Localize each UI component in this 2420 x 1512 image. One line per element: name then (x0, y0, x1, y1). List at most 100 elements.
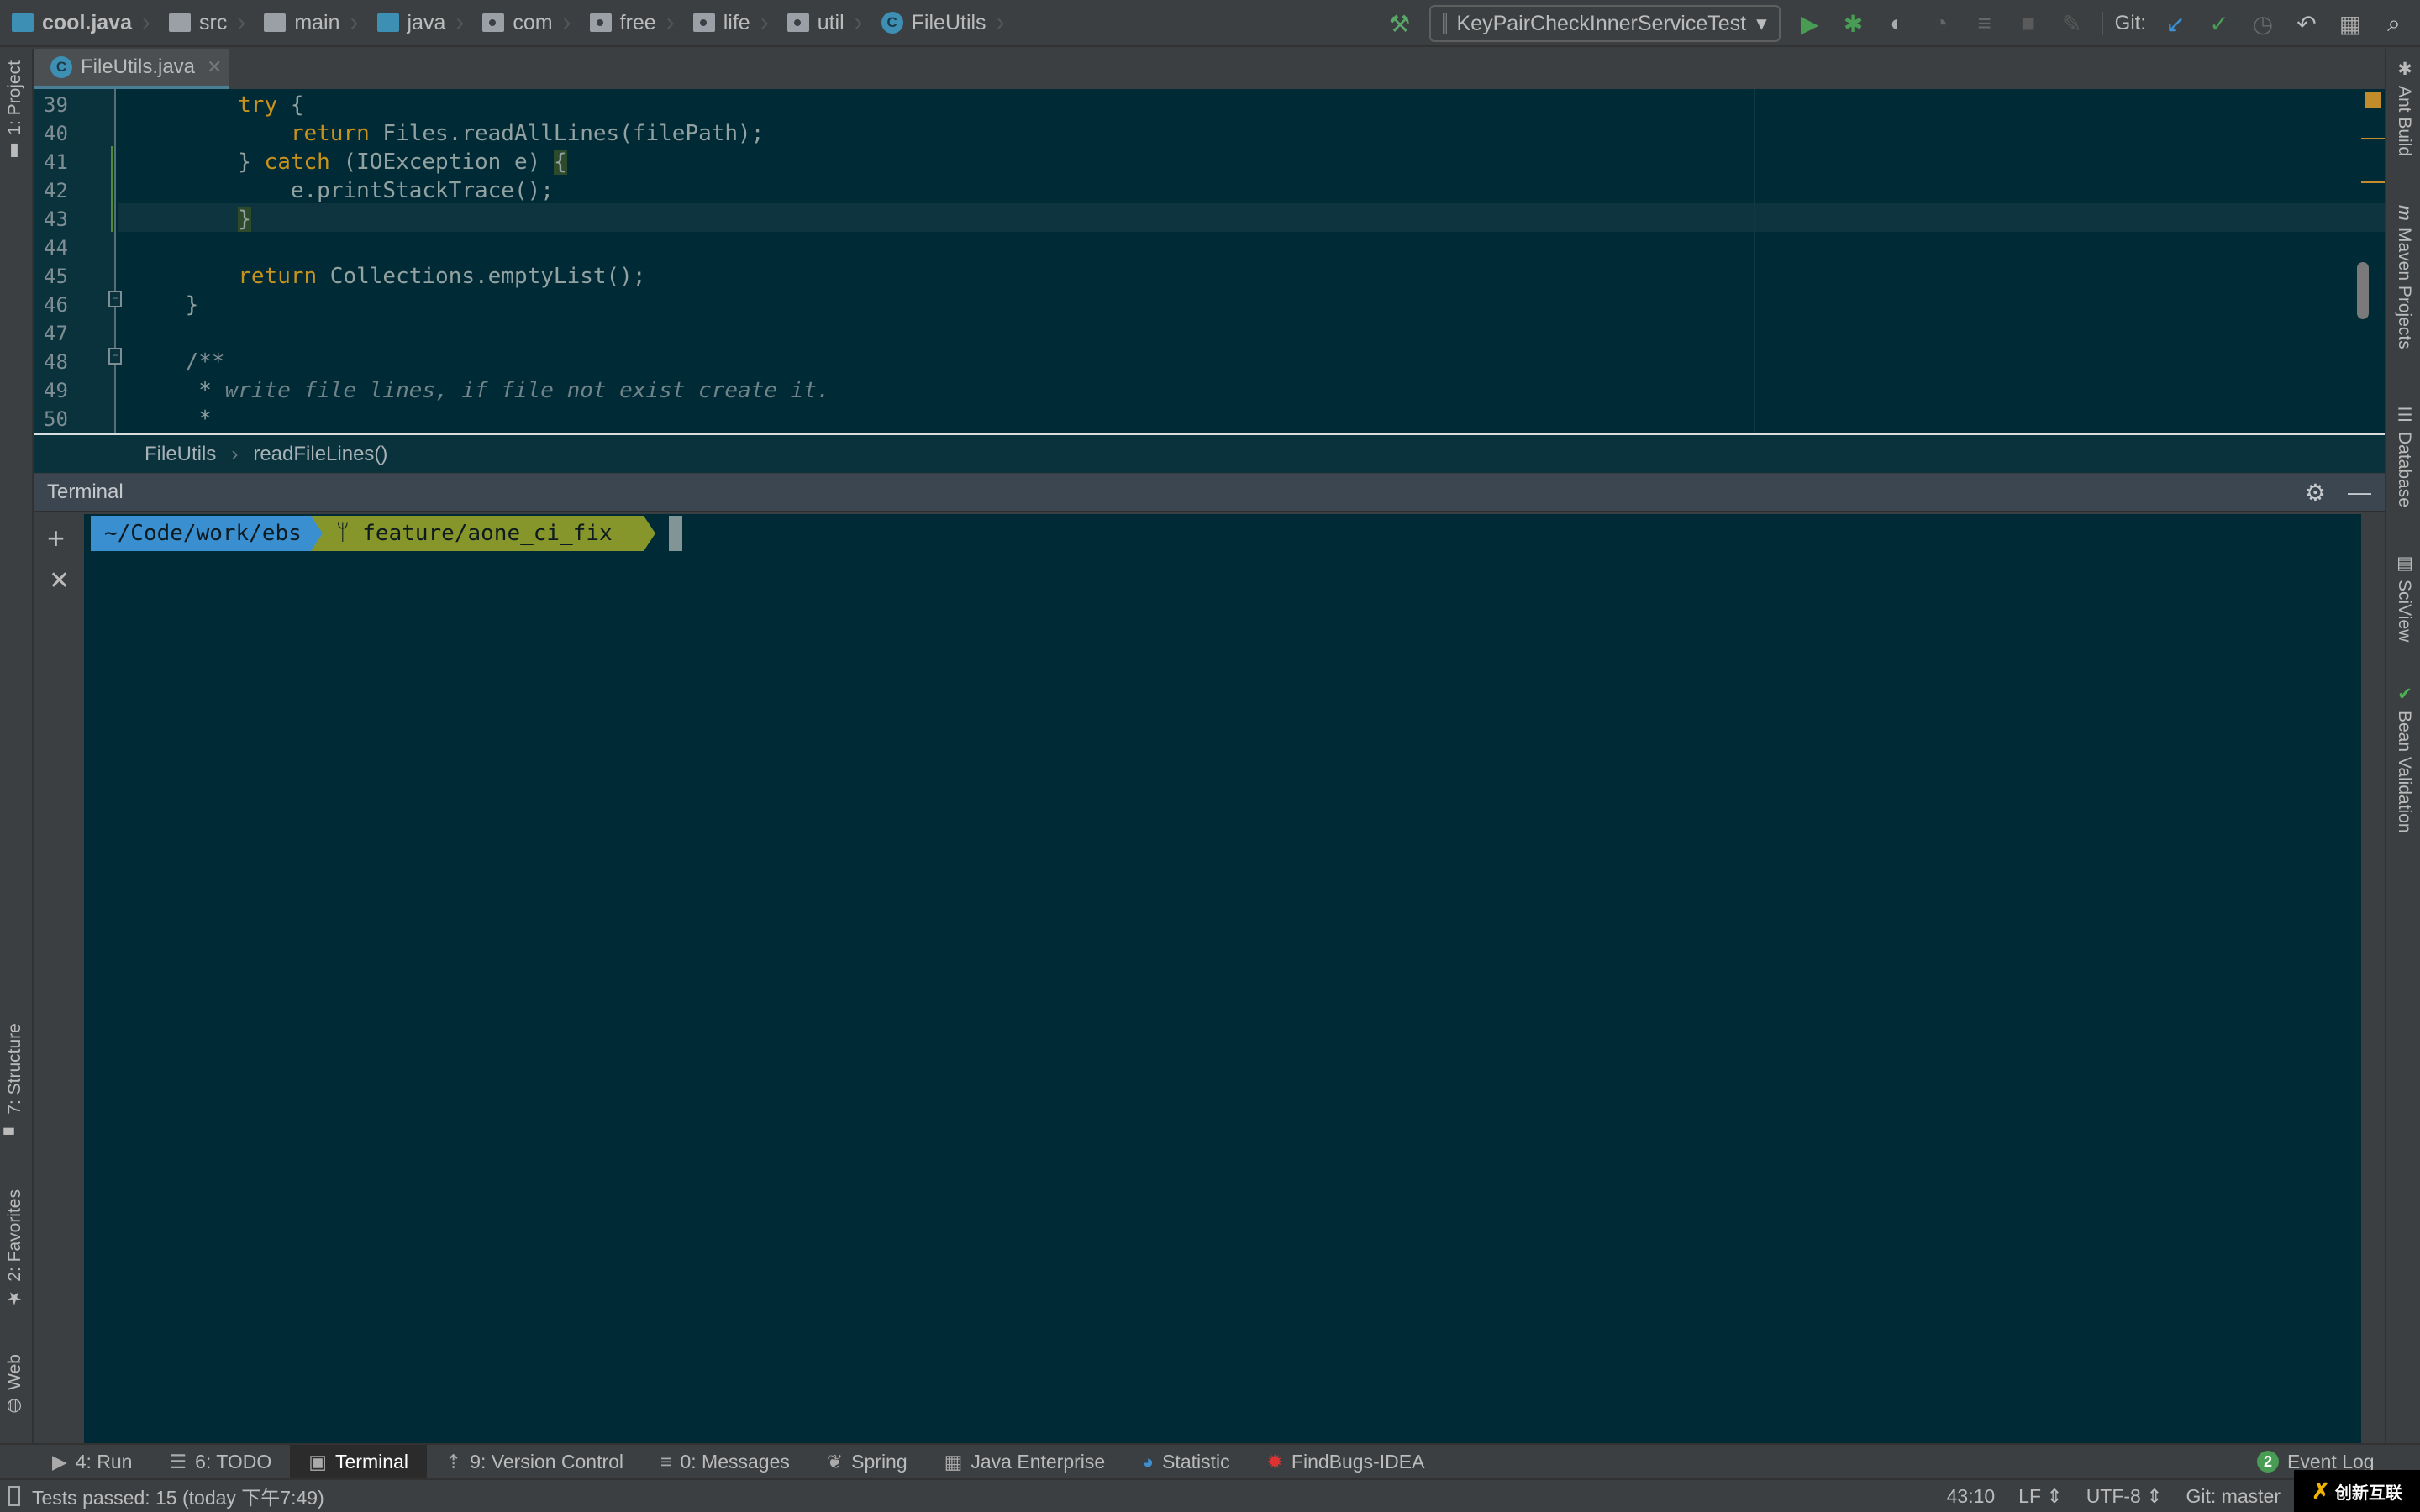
nav-crumb-free[interactable]: free › (578, 0, 681, 46)
code-token: try (238, 92, 278, 118)
tool-tab-java-enterprise[interactable]: ▦ Java Enterprise (926, 1445, 1124, 1478)
tool-tab-terminal[interactable]: ▣ Terminal (290, 1445, 427, 1478)
line-number: 42 (44, 179, 68, 202)
editor-scrollbar[interactable] (2357, 262, 2369, 319)
nav-crumb-life[interactable]: life › (681, 0, 776, 46)
debug-icon[interactable]: ✱ (1839, 9, 1868, 38)
inspection-status-icon[interactable] (2365, 92, 2381, 108)
terminal-cursor (669, 516, 682, 551)
code-line: * write file lines, if file not exist cr… (118, 376, 2385, 405)
concurrency-icon[interactable]: ≡ (1970, 9, 1999, 38)
tool-tab-todo[interactable]: ☰ 6: TODO (150, 1445, 290, 1478)
code-token: { (277, 92, 304, 118)
package-icon (482, 13, 505, 32)
git-branch-status[interactable]: Git: master (2186, 1485, 2281, 1508)
terminal-title: Terminal (47, 480, 124, 503)
minimize-icon[interactable]: — (2348, 479, 2371, 506)
git-update-icon[interactable]: ↙ (2161, 9, 2190, 38)
event-count-badge: 2 (2257, 1451, 2279, 1473)
error-stripe-mark[interactable] (2361, 181, 2385, 183)
line-number: 43 (44, 207, 68, 231)
star-icon: ★ (5, 1288, 24, 1309)
tool-tab-label: 0: Messages (680, 1450, 790, 1473)
terminal-scrollbar-area[interactable] (2361, 514, 2385, 1443)
line-number: 40 (44, 122, 68, 145)
git-history-icon[interactable]: ◷ (2249, 9, 2277, 38)
bean-validation-icon: ✔ (2395, 684, 2414, 704)
line-separator-select[interactable]: LF ⇕ (2018, 1485, 2063, 1508)
code-token: Files.readAllLines(filePath); (369, 121, 765, 146)
folder-icon: ▮ (5, 141, 24, 162)
code-line: return Collections.emptyList(); (118, 262, 2385, 291)
code-line: /** (118, 348, 2385, 376)
tool-window-structure[interactable]: ▘ 7: Structure (5, 1023, 25, 1135)
tool-tab-messages[interactable]: ≡ 0: Messages (642, 1445, 808, 1478)
module-folder-icon (12, 13, 34, 32)
nav-crumb-src[interactable]: src › (157, 0, 252, 46)
tab-fileutils-java[interactable]: C FileUtils.java ✕ (34, 49, 229, 89)
breadcrumb-class[interactable]: FileUtils (145, 443, 216, 466)
run-icon[interactable]: ▶ (1796, 9, 1824, 38)
profile-icon[interactable]: ◔ (1927, 9, 1955, 38)
code-line: } (118, 205, 2385, 234)
breadcrumb-method[interactable]: readFileLines() (253, 443, 387, 466)
watermark-logo-icon: ✗ (2312, 1478, 2330, 1504)
git-commit-icon[interactable]: ✓ (2205, 9, 2233, 38)
error-stripe-mark[interactable] (2361, 138, 2385, 139)
gear-icon[interactable]: ⚙ (2305, 479, 2326, 507)
package-icon (589, 13, 612, 32)
project-structure-icon[interactable]: ▦ (2336, 9, 2365, 38)
folder-icon (264, 13, 287, 32)
code-token: return (290, 121, 370, 146)
encoding-select[interactable]: UTF-8 ⇕ (2086, 1485, 2163, 1508)
encoding-value: UTF-8 (2086, 1484, 2141, 1507)
tool-tab-statistic[interactable]: ◕ Statistic (1123, 1445, 1248, 1478)
tool-window-ant-build[interactable]: ✱ Ant Build (2394, 59, 2414, 156)
tool-tab-findbugs-idea[interactable]: ✹ FindBugs-IDEA (1249, 1445, 1444, 1478)
code-token: * (133, 378, 225, 403)
code-editor[interactable]: 39 40 41 42 43 44 45 46 47 48 49 50 − − try { retur… (34, 89, 2385, 433)
tool-tab-version-control[interactable]: ⇡ 9: Version Control (427, 1445, 642, 1478)
main-toolbar: ⚒ KeyPairCheckInnerServiceTest ▾ ▶ ✱ ◐ ◔… (1386, 0, 2420, 47)
new-session-icon[interactable]: + (47, 521, 65, 556)
terminal-icon: ▣ (308, 1450, 328, 1473)
tool-window-database[interactable]: ☰ Database (2394, 405, 2414, 507)
tool-label: 7: Structure (5, 1023, 24, 1115)
tool-tab-label: 4: Run (75, 1450, 133, 1473)
tool-window-bean-validation[interactable]: ✔ Bean Validation (2394, 684, 2414, 833)
tool-window-maven[interactable]: m Maven Projects (2394, 205, 2414, 349)
run-configuration-select[interactable]: KeyPairCheckInnerServiceTest ▾ (1428, 5, 1781, 42)
stop-icon[interactable]: ■ (2014, 9, 2043, 38)
tool-window-favorites[interactable]: ★ 2: Favorites (5, 1189, 25, 1309)
search-icon[interactable]: ⌕ (2380, 9, 2408, 38)
run-icon: ▶ (52, 1450, 67, 1473)
caret-position[interactable]: 43:10 (1947, 1485, 1996, 1508)
prompt-path: ~/Code/work/ebs (104, 521, 302, 546)
tool-tab-run[interactable]: ▶ 4: Run (34, 1445, 150, 1478)
close-icon[interactable]: ✕ (207, 56, 222, 78)
git-branch-icon: ᛘ (336, 521, 363, 546)
close-session-icon[interactable]: ✕ (49, 566, 70, 596)
nav-crumb-fileutils[interactable]: C FileUtils › (870, 0, 1012, 46)
build-hammer-icon[interactable]: ⚒ (1386, 9, 1414, 38)
nav-crumb-cool-java[interactable]: cool.java › (0, 0, 157, 46)
toggle-tool-windows-icon[interactable] (8, 1486, 20, 1506)
tool-window-web[interactable]: ◍ Web (5, 1354, 25, 1417)
prompt-arrow (311, 516, 323, 551)
nav-crumb-util[interactable]: util › (776, 0, 870, 46)
tool-window-sciview[interactable]: ▤ SciView (2394, 553, 2414, 642)
tool-label: 2: Favorites (5, 1189, 24, 1282)
nav-crumb-java[interactable]: java › (366, 0, 471, 46)
coverage-icon[interactable]: ◐ (1883, 9, 1912, 38)
status-message[interactable]: Tests passed: 15 (today 下午7:49) (32, 1482, 1947, 1510)
tool-window-project[interactable]: ▮ 1: Project (5, 60, 25, 162)
chevron-down-icon: ▾ (1756, 12, 1767, 35)
terminal-output[interactable]: ~/Code/work/ebs ᛘ feature/aone_ci_fix (84, 514, 2361, 1443)
tool-tab-spring[interactable]: ❦ Spring (808, 1445, 926, 1478)
git-revert-icon[interactable]: ↶ (2292, 9, 2321, 38)
git-label: Git: (2101, 12, 2146, 35)
attach-debugger-icon[interactable]: ✎ (2058, 9, 2086, 38)
nav-crumb-main[interactable]: main › (252, 0, 365, 46)
crumb-label: free (619, 10, 656, 34)
nav-crumb-com[interactable]: com › (471, 0, 577, 46)
